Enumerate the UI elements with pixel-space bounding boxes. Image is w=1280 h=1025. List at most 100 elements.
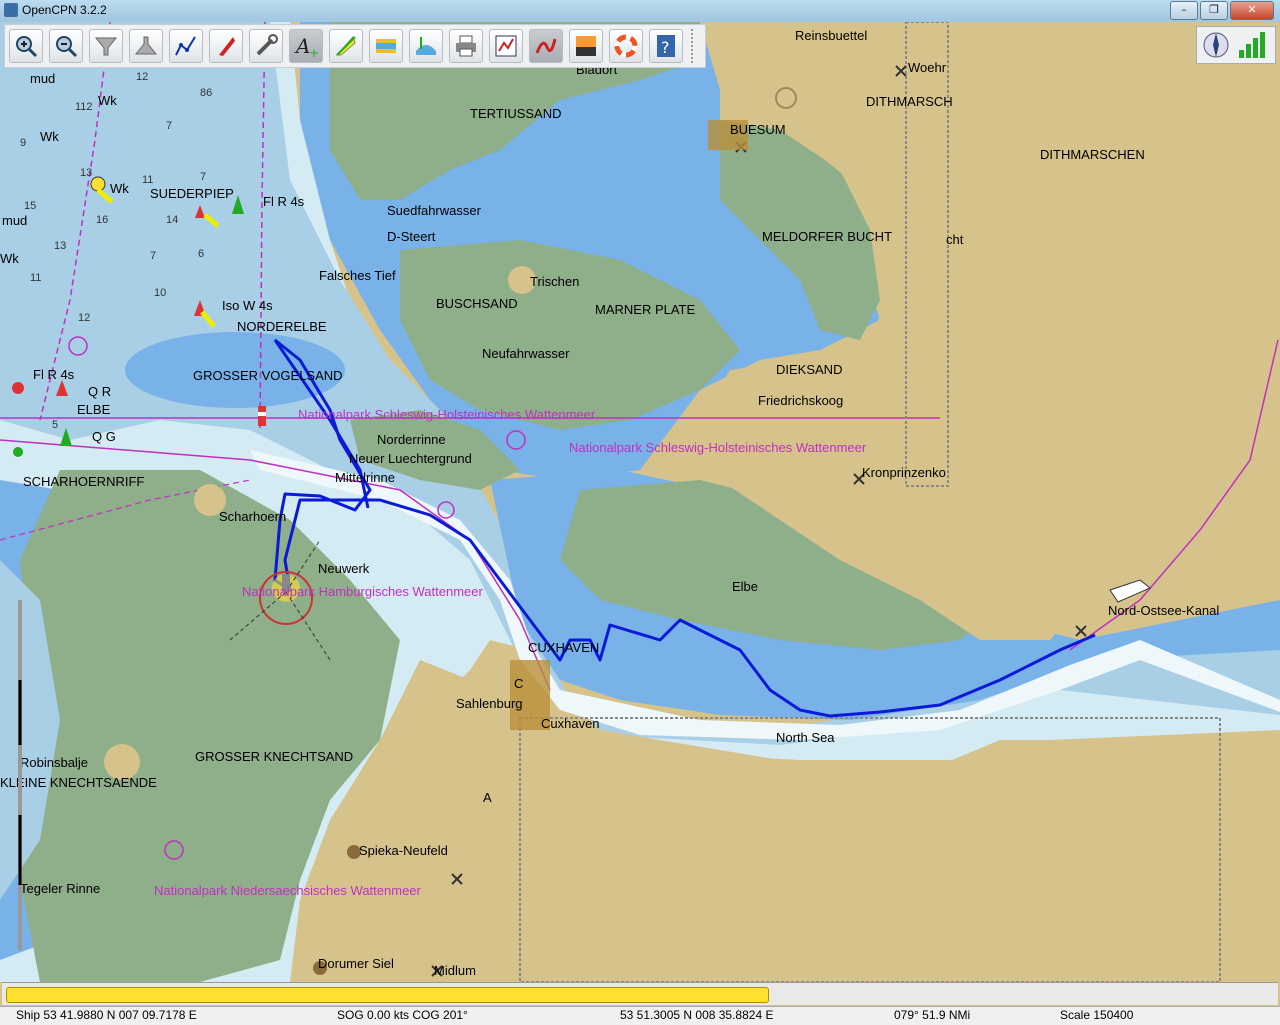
window-title-bar: OpenCPN 3.2.2 – ❐ ✕ [0, 0, 1280, 23]
label-kleine-knechtsaende: KLEINE KNECHTSAENDE [0, 775, 157, 790]
label-marner-plate: MARNER PLATE [595, 302, 695, 317]
label-dorumer-siel: Dorumer Siel [318, 956, 394, 971]
depth-72: 7 [200, 171, 206, 183]
label-c: C [514, 676, 523, 691]
close-button[interactable]: ✕ [1230, 1, 1274, 20]
label-iso-w: Iso W 4s [222, 298, 273, 313]
toolbar-grip[interactable] [691, 29, 699, 63]
boat-icon [219, 37, 235, 56]
depth-66: 6 [198, 248, 204, 260]
label-mud-2: mud [2, 213, 27, 228]
compass-icon[interactable] [1203, 30, 1229, 60]
label-norderrinne: Norderrinne [377, 432, 446, 447]
minimize-button[interactable]: – [1170, 1, 1198, 20]
label-robinsbalje: Robinsbalje [20, 755, 88, 770]
label-wk-4: Wk [0, 251, 19, 266]
label-fl-r-4s-a: Fl R 4s [263, 194, 305, 209]
cursor-position: 53 51.3005 N 008 35.8824 E [620, 1008, 774, 1022]
opencpn-app-icon [4, 3, 18, 17]
label-scharhoern: Scharhoern [219, 509, 286, 524]
sunset-icon [576, 36, 596, 56]
label-elbe: Elbe [732, 579, 758, 594]
label-buesum: BUESUM [730, 122, 786, 137]
label-a: A [483, 790, 492, 805]
depth-5: 5 [52, 419, 58, 431]
magnifier-minus-icon [56, 36, 78, 58]
label-cuxhaven-upper: CUXHAVEN [528, 640, 599, 655]
label-tertiussand: TERTIUSSAND [470, 106, 562, 121]
depth-122: 12 [136, 71, 148, 83]
status-bar: Ship 53 41.9880 N 007 09.7178 E SOG 0.00… [0, 1006, 1280, 1025]
label-neuer-luechtergrund: Neuer Luechtergrund [349, 451, 472, 466]
scale-out-button[interactable] [129, 29, 163, 63]
mob-button[interactable] [609, 29, 643, 63]
lighthouse-elbe1 [258, 406, 266, 426]
current-icon [335, 36, 356, 56]
depth-129: 12 [78, 312, 90, 324]
route-icon [175, 36, 196, 56]
chart-loading-progress [2, 982, 1278, 1005]
svg-text:+: + [309, 46, 319, 59]
depth-157: 15 [24, 200, 36, 212]
label-q-r: Q R [88, 384, 111, 399]
maximize-button[interactable]: ❐ [1200, 1, 1228, 20]
chart-map[interactable]: Reinsbuettel Woehr Bladort TERTIUSSAND D… [0, 22, 1280, 1006]
label-neufahrwasser: Neufahrwasser [482, 346, 570, 361]
ais-button[interactable] [409, 29, 443, 63]
label-nationalpark-hh: Nationalpark Hamburgisches Wattenmeer [242, 584, 484, 599]
label-sahlenburg: Sahlenburg [456, 696, 523, 711]
wrench-icon [256, 34, 278, 56]
print-button[interactable] [449, 29, 483, 63]
chart-scale: Scale 150400 [1060, 1008, 1134, 1022]
label-mittelrinne: Mittelrinne [335, 470, 395, 485]
label-falsches-tief: Falsches Tief [319, 268, 396, 283]
text-button[interactable]: A + [289, 29, 323, 63]
depth-77: 7 [166, 120, 172, 132]
tide-button[interactable] [369, 29, 403, 63]
zoom-out-button[interactable] [49, 29, 83, 63]
depth-109: 10 [154, 287, 166, 299]
settings-button[interactable] [249, 29, 283, 63]
label-midlum: Midlum [434, 963, 476, 978]
label-cht: cht [946, 232, 964, 247]
depth-14: 14 [166, 214, 178, 226]
track-icon [535, 38, 557, 54]
scale-in-button[interactable] [89, 29, 123, 63]
label-buschsand: BUSCHSAND [436, 296, 518, 311]
funnel-up-icon [134, 36, 158, 55]
label-q-g: Q G [92, 429, 116, 444]
gps-signal-icon[interactable] [1233, 30, 1269, 60]
help-button[interactable]: ? [649, 29, 683, 63]
label-spieka-neufeld: Spieka-Neufeld [359, 843, 448, 858]
depth-16: 16 [96, 214, 108, 226]
label-nationalpark-sh-2: Nationalpark Schleswig-Holsteinisches Wa… [569, 440, 867, 455]
label-grosser-vogelsand: GROSSER VOGELSAND [193, 368, 343, 383]
zoom-in-button[interactable] [9, 29, 43, 63]
depth-9: 9 [20, 137, 26, 149]
main-toolbar: A + ? [4, 24, 706, 68]
ais-icon [416, 37, 436, 55]
help-icon: ? [657, 35, 675, 57]
label-grosser-knechtsand: GROSSER KNECHTSAND [195, 749, 353, 764]
route-manager-button[interactable] [489, 29, 523, 63]
label-nationalpark-sh-1: Nationalpark Schleswig-Holsteinisches Wa… [298, 407, 596, 422]
label-wk-2: Wk [40, 129, 59, 144]
route-manager-icon [495, 35, 517, 57]
label-meldorfer-bucht: MELDORFER BUCHT [762, 229, 892, 244]
progress-fill [6, 987, 769, 1003]
label-friedrichskoog: Friedrichskoog [758, 393, 843, 408]
track-button[interactable] [529, 29, 563, 63]
label-trischen: Trischen [530, 274, 579, 289]
depth-113: 11 [142, 174, 153, 186]
auto-follow-button[interactable] [209, 29, 243, 63]
label-neuwerk: Neuwerk [318, 561, 370, 576]
current-button[interactable] [329, 29, 363, 63]
chart-canvas[interactable]: Reinsbuettel Woehr Bladort TERTIUSSAND D… [0, 22, 1280, 1006]
label-north-sea: North Sea [776, 730, 835, 745]
color-scheme-button[interactable] [569, 29, 603, 63]
route-button[interactable] [169, 29, 203, 63]
label-nationalpark-ns: Nationalpark Niedersaechsisches Wattenme… [154, 883, 422, 898]
label-cuxhaven: Cuxhaven [541, 716, 600, 731]
window-title: OpenCPN 3.2.2 [22, 3, 107, 17]
bearing-distance: 079° 51.9 NMi [894, 1008, 971, 1022]
